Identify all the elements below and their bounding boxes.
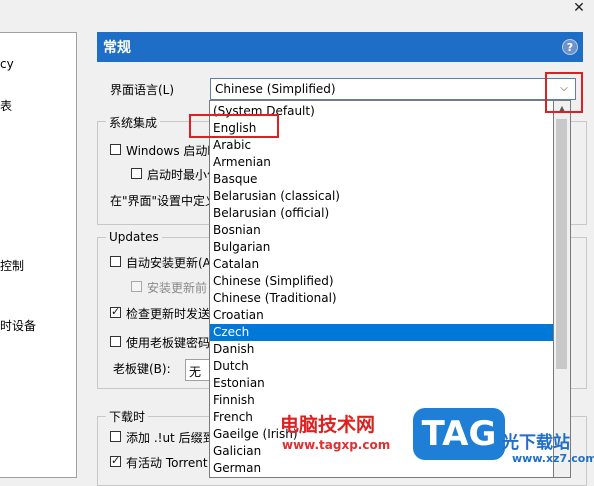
language-option[interactable]: German <box>210 460 553 477</box>
minimize-on-start-checkbox[interactable] <box>131 168 142 179</box>
auto-install-label: 自动安装更新(A) <box>126 256 216 270</box>
add-lut-label: 添加 .!ut 后缀到 <box>126 431 215 445</box>
language-option-highlighted[interactable]: Czech <box>210 324 553 341</box>
nav-item-list[interactable]: 表 <box>0 97 12 114</box>
language-option[interactable]: Belarusian (classical) <box>210 188 553 205</box>
top-bar <box>0 0 594 22</box>
close-icon[interactable]: ✕ <box>570 0 588 16</box>
watermark-logo: TAG <box>413 408 505 460</box>
nav-item-privacy[interactable]: cy <box>0 57 14 71</box>
boss-key-password-checkbox[interactable] <box>110 336 121 347</box>
language-option[interactable]: Dutch <box>210 358 553 375</box>
windows-startup-checkbox[interactable] <box>110 144 121 155</box>
watermark-text: 电脑技术网 <box>280 414 376 436</box>
install-before-checkbox[interactable] <box>131 281 142 292</box>
section-header: 常规 ? <box>97 32 583 62</box>
active-torrent-checkbox[interactable] <box>110 454 121 467</box>
nav-item-control[interactable]: 控制 <box>0 257 24 274</box>
boss-key-password-label: 使用老板键密码 <box>126 336 211 350</box>
language-select[interactable]: Chinese (Simplified) ⌵ <box>210 78 576 100</box>
language-option[interactable]: Belarusian (official) <box>210 205 553 222</box>
highlight-english <box>189 114 279 138</box>
settings-nav-pane: cy 表 控制 时设备 <box>0 32 77 478</box>
language-option[interactable]: Bulgarian <box>210 239 553 256</box>
active-torrent-label: 有活动 Torrent <box>126 456 208 470</box>
highlight-dropdown-arrow <box>545 72 583 113</box>
send-info-checkbox[interactable] <box>110 305 121 318</box>
language-option[interactable]: Estonian <box>210 375 553 392</box>
dropdown-scrollbar[interactable]: ▲ <box>554 100 571 478</box>
language-option[interactable]: Catalan <box>210 256 553 273</box>
add-lut-checkbox[interactable] <box>110 431 121 442</box>
downloads-title: 下载时 <box>106 408 149 425</box>
send-info-label: 检查更新时发送 <box>126 307 211 321</box>
system-integration-title: 系统集成 <box>106 114 161 131</box>
language-option[interactable]: Armenian <box>210 154 553 171</box>
language-label: 界面语言(L) <box>110 83 175 97</box>
language-option[interactable]: Chinese (Simplified) <box>210 273 553 290</box>
language-option[interactable]: Bosnian <box>210 222 553 239</box>
watermark-url: www.tagxp.com <box>282 438 391 452</box>
install-before-label: 安装更新前 <box>147 281 208 295</box>
language-option[interactable]: Croatian <box>210 307 553 324</box>
language-option[interactable]: Chinese (Traditional) <box>210 290 553 307</box>
boss-key-value: 无 <box>189 365 202 379</box>
auto-install-checkbox[interactable] <box>110 256 121 267</box>
language-option[interactable]: Basque <box>210 171 553 188</box>
language-option[interactable]: Danish <box>210 341 553 358</box>
watermark-site-url: www.xz7.com <box>512 452 594 465</box>
updates-title: Updates <box>106 230 162 244</box>
nav-item-devices[interactable]: 时设备 <box>0 317 36 334</box>
language-option[interactable]: Arabic <box>210 137 553 154</box>
settings-note: 在"界面"设置中定义 <box>110 194 218 208</box>
boss-key-label: 老板键(B): <box>113 362 171 376</box>
language-select-value: Chinese (Simplified) <box>215 82 336 96</box>
scroll-thumb[interactable] <box>556 119 567 369</box>
help-icon[interactable]: ? <box>562 39 578 55</box>
windows-startup-label: Windows 启动时 <box>126 144 220 158</box>
language-option[interactable]: Finnish <box>210 392 553 409</box>
watermark-site-name: 光下载站 <box>502 433 570 453</box>
section-title: 常规 <box>103 40 131 56</box>
